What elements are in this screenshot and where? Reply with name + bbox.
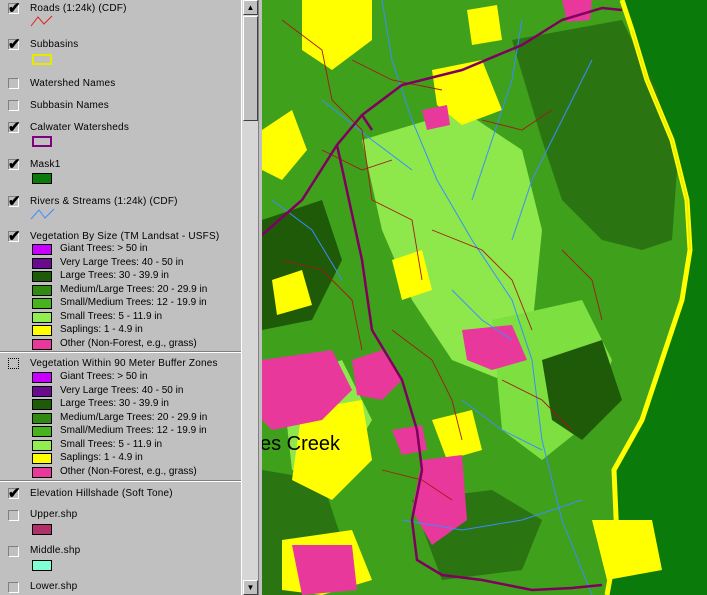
scroll-thumb[interactable] (243, 16, 258, 121)
vegetation-size-checkbox[interactable] (8, 227, 21, 245)
divider (0, 481, 241, 482)
scroll-up-icon[interactable]: ▲ (243, 0, 258, 15)
veg-class-label: Saplings: 1 - 4.9 in (60, 452, 143, 463)
veg-class-label: Other (Non-Forest, e.g., grass) (60, 337, 197, 349)
mask1-symbol-icon (32, 173, 52, 184)
veg-class-label: Other (Non-Forest, e.g., grass) (60, 465, 197, 477)
mask1-label: Mask1 (30, 159, 61, 170)
divider (0, 352, 241, 353)
veg-class-swatch (32, 244, 52, 255)
subbasin-names-checkbox[interactable] (8, 100, 19, 111)
veg-class-swatch (32, 439, 52, 451)
middle-symbol-icon (32, 560, 52, 571)
veg-class-label: Large Trees: 30 - 39.9 in (60, 398, 169, 409)
upper-symbol-icon (32, 524, 52, 535)
veg-class-label: Small Trees: 5 - 11.9 in (60, 438, 163, 450)
creek-label: es Creek (262, 433, 341, 455)
subbasins-label: Subbasins (30, 39, 79, 50)
veg-class-swatch (32, 412, 52, 424)
veg-class-swatch (32, 426, 52, 437)
vegetation-buffer-checkbox[interactable] (8, 358, 19, 369)
veg-class-swatch (32, 385, 52, 397)
roads-label: Roads (1:24k) (CDF) (30, 3, 127, 14)
upper-checkbox[interactable] (8, 510, 19, 521)
veg-class-label: Medium/Large Trees: 20 - 29.9 in (60, 283, 208, 295)
subbasin-names-label: Subbasin Names (30, 100, 109, 111)
calwater-symbol-icon (32, 136, 52, 147)
elevation-checkbox[interactable] (8, 484, 21, 502)
veg-class-label: Very Large Trees: 40 - 50 in (60, 256, 184, 268)
vegetation-size-label: Vegetation By Size (TM Landsat - USFS) (30, 231, 220, 242)
lower-label: Lower.shp (30, 581, 78, 592)
veg-class-label: Medium/Large Trees: 20 - 29.9 in (60, 411, 208, 423)
subbasins-symbol-icon (32, 54, 52, 65)
vegetation-buffer-label: Vegetation Within 90 Meter Buffer Zones (30, 358, 218, 369)
calwater-label: Calwater Watersheds (30, 122, 130, 133)
rivers-label: Rivers & Streams (1:24k) (CDF) (30, 196, 178, 207)
legend-panel: Roads (1:24k) (CDF) Subbasins Watershed … (0, 0, 241, 595)
subbasins-checkbox[interactable] (8, 35, 21, 53)
calwater-checkbox[interactable] (8, 118, 21, 136)
veg-class-label: Saplings: 1 - 4.9 in (60, 324, 143, 335)
map-view[interactable]: es Creek (262, 0, 707, 595)
veg-class-label: Small Trees: 5 - 11.9 in (60, 310, 163, 322)
road-symbol-icon (30, 15, 53, 27)
veg-class-swatch (32, 338, 52, 350)
elevation-label: Elevation Hillshade (Soft Tone) (30, 488, 173, 499)
legend-scrollbar[interactable]: ▲ ▼ (241, 0, 259, 595)
veg-class-swatch (32, 466, 52, 478)
mask1-checkbox[interactable] (8, 155, 21, 173)
upper-label: Upper.shp (30, 509, 78, 520)
roads-checkbox[interactable] (8, 0, 21, 17)
veg-class-label: Giant Trees: > 50 in (60, 243, 148, 254)
veg-class-label: Giant Trees: > 50 in (60, 371, 148, 382)
rivers-checkbox[interactable] (8, 192, 21, 210)
veg-class-label: Small/Medium Trees: 12 - 19.9 in (60, 425, 207, 436)
lower-checkbox[interactable] (8, 582, 19, 593)
middle-label: Middle.shp (30, 545, 81, 556)
watershed-names-checkbox[interactable] (8, 78, 19, 89)
veg-class-swatch (32, 453, 52, 464)
veg-class-swatch (32, 372, 52, 383)
vegetation-map (262, 0, 707, 595)
veg-class-swatch (32, 298, 52, 309)
watershed-names-label: Watershed Names (30, 78, 116, 89)
scroll-down-icon[interactable]: ▼ (243, 580, 258, 595)
middle-checkbox[interactable] (8, 546, 19, 557)
veg-class-swatch (32, 271, 52, 282)
veg-class-swatch (32, 311, 52, 323)
stream-symbol-icon (30, 208, 55, 220)
veg-class-label: Large Trees: 30 - 39.9 in (60, 270, 169, 281)
veg-class-swatch (32, 399, 52, 410)
veg-class-swatch (32, 325, 52, 336)
veg-class-swatch (32, 284, 52, 296)
veg-class-swatch (32, 257, 52, 269)
veg-class-label: Small/Medium Trees: 12 - 19.9 in (60, 297, 207, 308)
veg-class-label: Very Large Trees: 40 - 50 in (60, 384, 184, 396)
